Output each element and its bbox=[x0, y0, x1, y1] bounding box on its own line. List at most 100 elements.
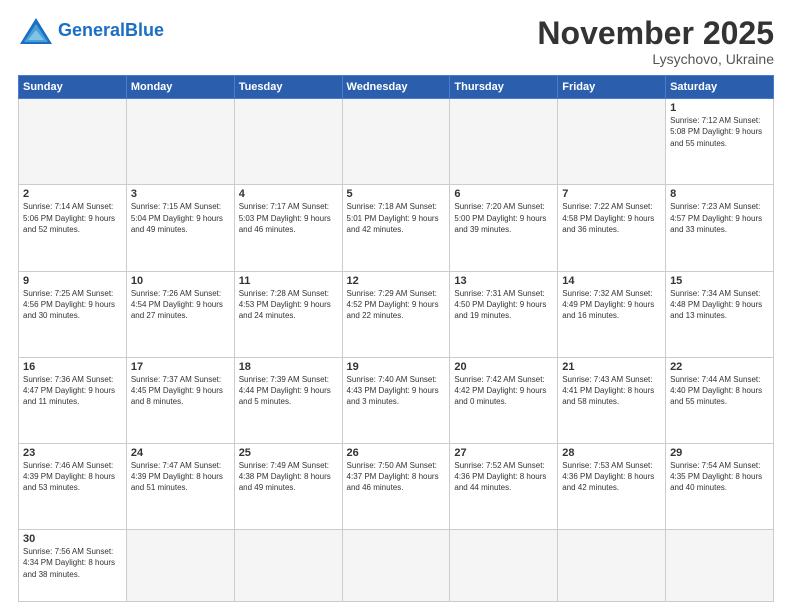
page: GeneralBlue November 2025 Lysychovo, Ukr… bbox=[0, 0, 792, 612]
table-row: 14Sunrise: 7:32 AM Sunset: 4:49 PM Dayli… bbox=[558, 271, 666, 357]
day-number: 10 bbox=[131, 275, 230, 287]
calendar-header-row: Sunday Monday Tuesday Wednesday Thursday… bbox=[19, 76, 774, 99]
logo-icon bbox=[18, 16, 54, 46]
day-number: 25 bbox=[239, 447, 338, 459]
logo-text: GeneralBlue bbox=[58, 21, 164, 41]
table-row: 26Sunrise: 7:50 AM Sunset: 4:37 PM Dayli… bbox=[342, 443, 450, 529]
col-thursday: Thursday bbox=[450, 76, 558, 99]
table-row: 11Sunrise: 7:28 AM Sunset: 4:53 PM Dayli… bbox=[234, 271, 342, 357]
day-number: 26 bbox=[347, 447, 446, 459]
table-row bbox=[234, 99, 342, 185]
day-info: Sunrise: 7:22 AM Sunset: 4:58 PM Dayligh… bbox=[562, 201, 661, 235]
location: Lysychovo, Ukraine bbox=[537, 51, 774, 67]
table-row: 30Sunrise: 7:56 AM Sunset: 4:34 PM Dayli… bbox=[19, 530, 127, 602]
day-info: Sunrise: 7:28 AM Sunset: 4:53 PM Dayligh… bbox=[239, 288, 338, 322]
table-row: 10Sunrise: 7:26 AM Sunset: 4:54 PM Dayli… bbox=[126, 271, 234, 357]
logo-general: General bbox=[58, 20, 125, 40]
month-title: November 2025 bbox=[537, 16, 774, 51]
day-number: 16 bbox=[23, 361, 122, 373]
day-info: Sunrise: 7:46 AM Sunset: 4:39 PM Dayligh… bbox=[23, 460, 122, 494]
day-number: 4 bbox=[239, 188, 338, 200]
table-row: 21Sunrise: 7:43 AM Sunset: 4:41 PM Dayli… bbox=[558, 357, 666, 443]
day-info: Sunrise: 7:18 AM Sunset: 5:01 PM Dayligh… bbox=[347, 201, 446, 235]
day-info: Sunrise: 7:50 AM Sunset: 4:37 PM Dayligh… bbox=[347, 460, 446, 494]
day-info: Sunrise: 7:29 AM Sunset: 4:52 PM Dayligh… bbox=[347, 288, 446, 322]
calendar-week-row: 9Sunrise: 7:25 AM Sunset: 4:56 PM Daylig… bbox=[19, 271, 774, 357]
table-row: 18Sunrise: 7:39 AM Sunset: 4:44 PM Dayli… bbox=[234, 357, 342, 443]
day-number: 3 bbox=[131, 188, 230, 200]
day-number: 20 bbox=[454, 361, 553, 373]
table-row: 3Sunrise: 7:15 AM Sunset: 5:04 PM Daylig… bbox=[126, 185, 234, 271]
table-row bbox=[558, 99, 666, 185]
calendar-week-row: 1Sunrise: 7:12 AM Sunset: 5:08 PM Daylig… bbox=[19, 99, 774, 185]
table-row: 22Sunrise: 7:44 AM Sunset: 4:40 PM Dayli… bbox=[666, 357, 774, 443]
day-number: 30 bbox=[23, 533, 122, 545]
col-sunday: Sunday bbox=[19, 76, 127, 99]
table-row: 8Sunrise: 7:23 AM Sunset: 4:57 PM Daylig… bbox=[666, 185, 774, 271]
day-info: Sunrise: 7:15 AM Sunset: 5:04 PM Dayligh… bbox=[131, 201, 230, 235]
table-row: 29Sunrise: 7:54 AM Sunset: 4:35 PM Dayli… bbox=[666, 443, 774, 529]
table-row bbox=[342, 99, 450, 185]
table-row bbox=[558, 530, 666, 602]
day-number: 14 bbox=[562, 275, 661, 287]
table-row: 7Sunrise: 7:22 AM Sunset: 4:58 PM Daylig… bbox=[558, 185, 666, 271]
table-row: 16Sunrise: 7:36 AM Sunset: 4:47 PM Dayli… bbox=[19, 357, 127, 443]
calendar-week-row: 30Sunrise: 7:56 AM Sunset: 4:34 PM Dayli… bbox=[19, 530, 774, 602]
col-wednesday: Wednesday bbox=[342, 76, 450, 99]
day-info: Sunrise: 7:26 AM Sunset: 4:54 PM Dayligh… bbox=[131, 288, 230, 322]
table-row: 24Sunrise: 7:47 AM Sunset: 4:39 PM Dayli… bbox=[126, 443, 234, 529]
table-row: 12Sunrise: 7:29 AM Sunset: 4:52 PM Dayli… bbox=[342, 271, 450, 357]
day-number: 12 bbox=[347, 275, 446, 287]
table-row bbox=[342, 530, 450, 602]
day-number: 24 bbox=[131, 447, 230, 459]
day-number: 23 bbox=[23, 447, 122, 459]
day-number: 5 bbox=[347, 188, 446, 200]
day-info: Sunrise: 7:25 AM Sunset: 4:56 PM Dayligh… bbox=[23, 288, 122, 322]
col-tuesday: Tuesday bbox=[234, 76, 342, 99]
table-row: 1Sunrise: 7:12 AM Sunset: 5:08 PM Daylig… bbox=[666, 99, 774, 185]
day-info: Sunrise: 7:34 AM Sunset: 4:48 PM Dayligh… bbox=[670, 288, 769, 322]
day-info: Sunrise: 7:49 AM Sunset: 4:38 PM Dayligh… bbox=[239, 460, 338, 494]
table-row bbox=[234, 530, 342, 602]
day-info: Sunrise: 7:40 AM Sunset: 4:43 PM Dayligh… bbox=[347, 374, 446, 408]
table-row bbox=[126, 530, 234, 602]
table-row: 9Sunrise: 7:25 AM Sunset: 4:56 PM Daylig… bbox=[19, 271, 127, 357]
day-info: Sunrise: 7:17 AM Sunset: 5:03 PM Dayligh… bbox=[239, 201, 338, 235]
title-block: November 2025 Lysychovo, Ukraine bbox=[537, 16, 774, 67]
day-number: 13 bbox=[454, 275, 553, 287]
table-row: 23Sunrise: 7:46 AM Sunset: 4:39 PM Dayli… bbox=[19, 443, 127, 529]
day-info: Sunrise: 7:53 AM Sunset: 4:36 PM Dayligh… bbox=[562, 460, 661, 494]
table-row: 5Sunrise: 7:18 AM Sunset: 5:01 PM Daylig… bbox=[342, 185, 450, 271]
logo: GeneralBlue bbox=[18, 16, 164, 46]
day-info: Sunrise: 7:12 AM Sunset: 5:08 PM Dayligh… bbox=[670, 115, 769, 149]
day-number: 22 bbox=[670, 361, 769, 373]
table-row: 4Sunrise: 7:17 AM Sunset: 5:03 PM Daylig… bbox=[234, 185, 342, 271]
logo-blue: Blue bbox=[125, 20, 164, 40]
day-number: 2 bbox=[23, 188, 122, 200]
day-number: 15 bbox=[670, 275, 769, 287]
table-row: 19Sunrise: 7:40 AM Sunset: 4:43 PM Dayli… bbox=[342, 357, 450, 443]
calendar-week-row: 23Sunrise: 7:46 AM Sunset: 4:39 PM Dayli… bbox=[19, 443, 774, 529]
table-row bbox=[126, 99, 234, 185]
day-number: 1 bbox=[670, 102, 769, 114]
day-info: Sunrise: 7:54 AM Sunset: 4:35 PM Dayligh… bbox=[670, 460, 769, 494]
day-info: Sunrise: 7:39 AM Sunset: 4:44 PM Dayligh… bbox=[239, 374, 338, 408]
calendar: Sunday Monday Tuesday Wednesday Thursday… bbox=[18, 75, 774, 602]
day-info: Sunrise: 7:37 AM Sunset: 4:45 PM Dayligh… bbox=[131, 374, 230, 408]
col-monday: Monday bbox=[126, 76, 234, 99]
day-info: Sunrise: 7:32 AM Sunset: 4:49 PM Dayligh… bbox=[562, 288, 661, 322]
day-info: Sunrise: 7:52 AM Sunset: 4:36 PM Dayligh… bbox=[454, 460, 553, 494]
table-row: 27Sunrise: 7:52 AM Sunset: 4:36 PM Dayli… bbox=[450, 443, 558, 529]
day-number: 18 bbox=[239, 361, 338, 373]
table-row: 13Sunrise: 7:31 AM Sunset: 4:50 PM Dayli… bbox=[450, 271, 558, 357]
col-saturday: Saturday bbox=[666, 76, 774, 99]
day-number: 19 bbox=[347, 361, 446, 373]
col-friday: Friday bbox=[558, 76, 666, 99]
header: GeneralBlue November 2025 Lysychovo, Ukr… bbox=[18, 16, 774, 67]
day-number: 28 bbox=[562, 447, 661, 459]
table-row: 6Sunrise: 7:20 AM Sunset: 5:00 PM Daylig… bbox=[450, 185, 558, 271]
table-row: 2Sunrise: 7:14 AM Sunset: 5:06 PM Daylig… bbox=[19, 185, 127, 271]
day-info: Sunrise: 7:20 AM Sunset: 5:00 PM Dayligh… bbox=[454, 201, 553, 235]
table-row bbox=[666, 530, 774, 602]
calendar-week-row: 2Sunrise: 7:14 AM Sunset: 5:06 PM Daylig… bbox=[19, 185, 774, 271]
